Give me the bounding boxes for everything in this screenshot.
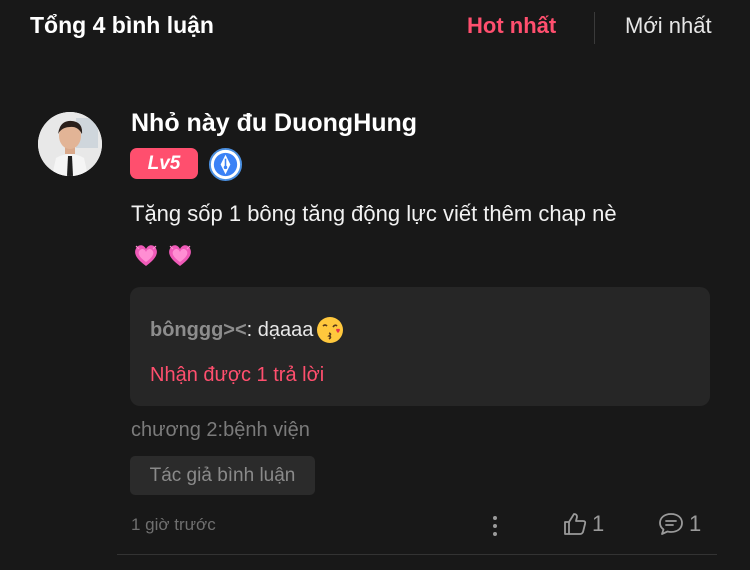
- thumbs-up-icon: [564, 513, 587, 535]
- avatar[interactable]: [38, 112, 102, 176]
- tab-divider: [594, 12, 595, 44]
- reply-line: bônggg>< : dạaaa: [150, 315, 345, 345]
- timestamp: 1 giờ trước: [131, 515, 216, 534]
- reply-author[interactable]: bônggg><: [150, 319, 247, 342]
- heart-icon: [169, 245, 191, 266]
- tab-hot[interactable]: Hot nhất: [467, 13, 556, 39]
- comments-header: Tổng 4 bình luận Hot nhất Mới nhất: [0, 0, 750, 56]
- heart-emojis: [131, 240, 195, 272]
- reply-button[interactable]: 1: [657, 511, 701, 537]
- author-badge-icon: [208, 147, 243, 182]
- like-count: 1: [592, 511, 605, 536]
- heart-icon: [135, 245, 157, 266]
- comment-username[interactable]: Nhỏ này đu DuongHung: [131, 109, 417, 138]
- reply-count-link[interactable]: Nhận được 1 trả lời: [150, 364, 324, 387]
- author-comment-tag: Tác giả bình luận: [130, 456, 315, 495]
- total-comments-title: Tổng 4 bình luận: [30, 12, 214, 38]
- reply-count: 1: [689, 511, 702, 536]
- kiss-emoji-icon: [317, 317, 344, 343]
- chapter-label[interactable]: chương 2:bệnh viện: [131, 419, 310, 442]
- reply-text: dạaaa: [257, 318, 314, 341]
- level-badge: Lv5: [130, 148, 198, 179]
- more-icon[interactable]: [485, 513, 505, 539]
- reply-separator: :: [246, 318, 258, 341]
- avatar-photo: [38, 112, 102, 176]
- comment-icon: [659, 513, 683, 535]
- bottom-divider: [117, 554, 717, 555]
- comment-text: Tặng sốp 1 bông tăng động lực viết thêm …: [131, 201, 617, 226]
- tab-new[interactable]: Mới nhất: [625, 13, 712, 39]
- like-button[interactable]: 1: [562, 511, 604, 537]
- reply-preview[interactable]: bônggg>< : dạaaa Nhận được 1 trả lời: [130, 287, 710, 406]
